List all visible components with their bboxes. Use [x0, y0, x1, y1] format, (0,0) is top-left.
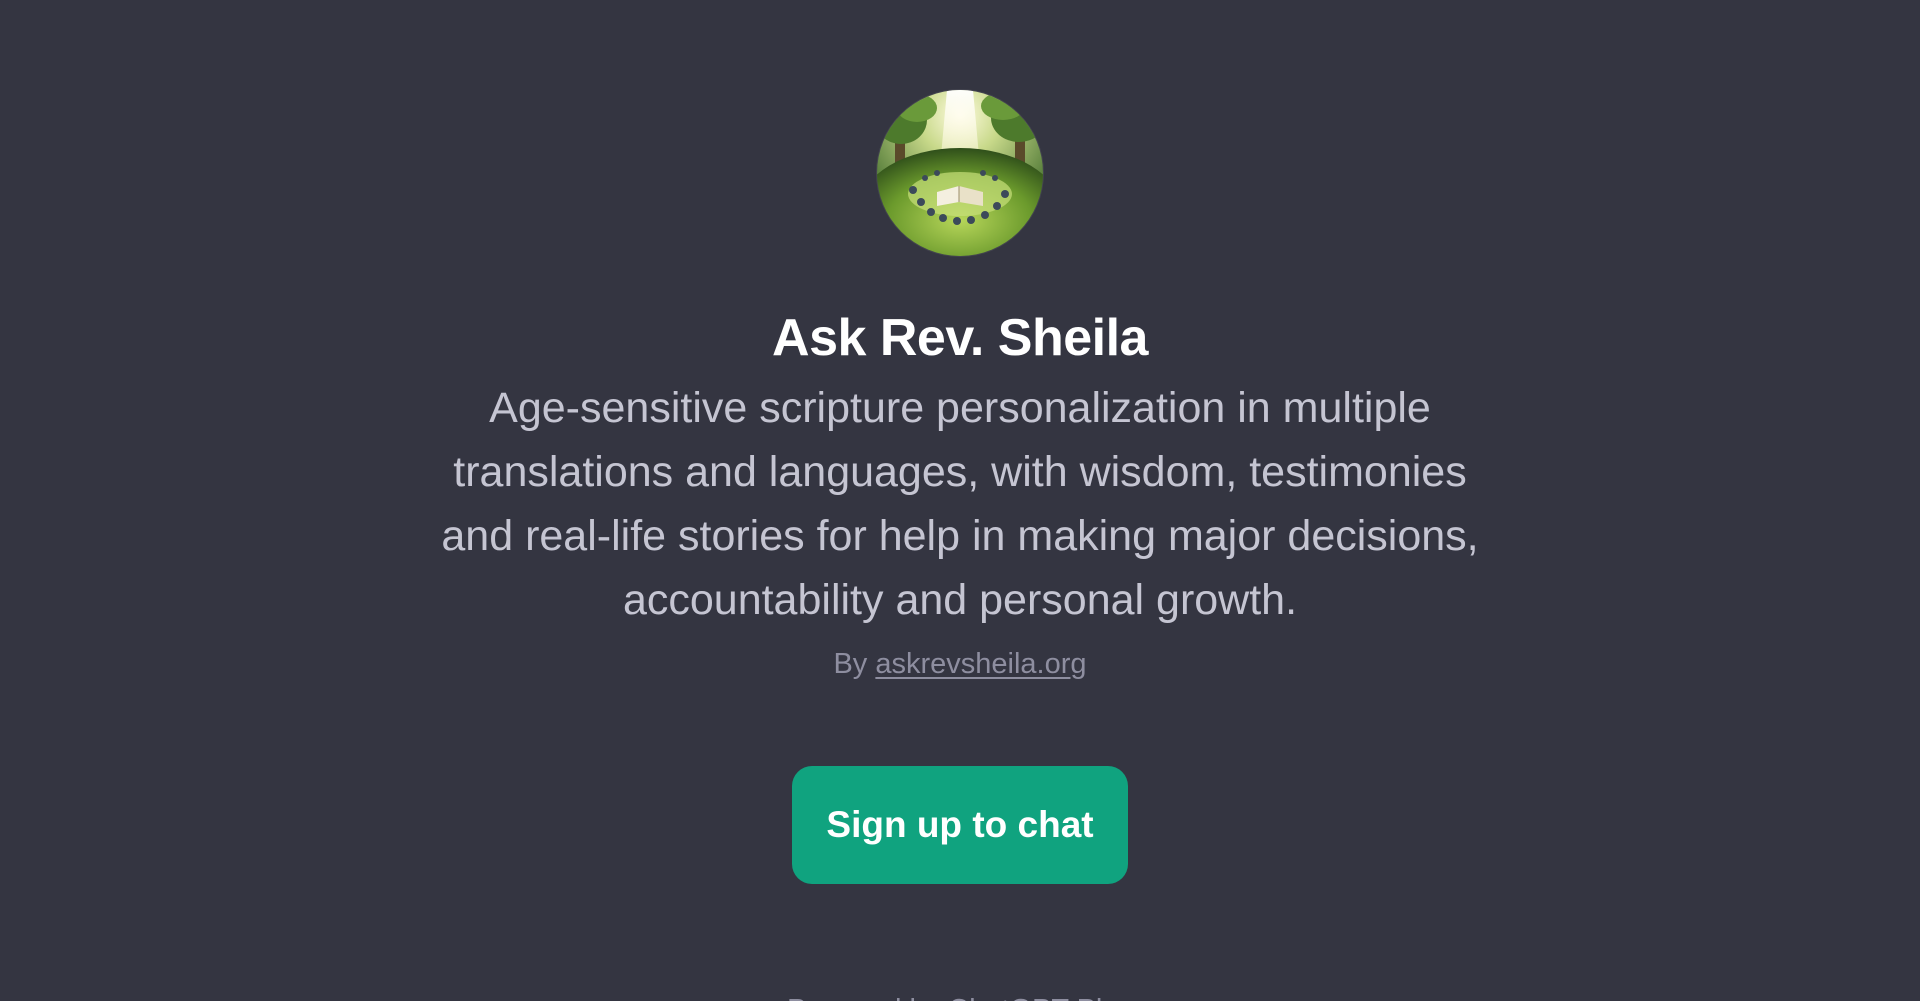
- byline-prefix: By: [833, 648, 868, 680]
- gpt-avatar: [877, 90, 1043, 256]
- gpt-description: Age-sensitive scripture personalization …: [441, 384, 1479, 624]
- gpt-landing: Ask Rev. Sheila Age-sensitive scripture …: [0, 0, 1920, 1001]
- gpt-title: Ask Rev. Sheila: [772, 309, 1148, 367]
- sign-up-button[interactable]: Sign up to chat: [792, 766, 1128, 884]
- gpt-avatar-image: [877, 90, 1043, 256]
- gpt-byline: By askrevsheila.org: [833, 644, 1086, 684]
- powered-by-text: Powered by ChatGPT Plus: [0, 990, 1920, 1001]
- author-link[interactable]: askrevsheila.org: [875, 648, 1086, 680]
